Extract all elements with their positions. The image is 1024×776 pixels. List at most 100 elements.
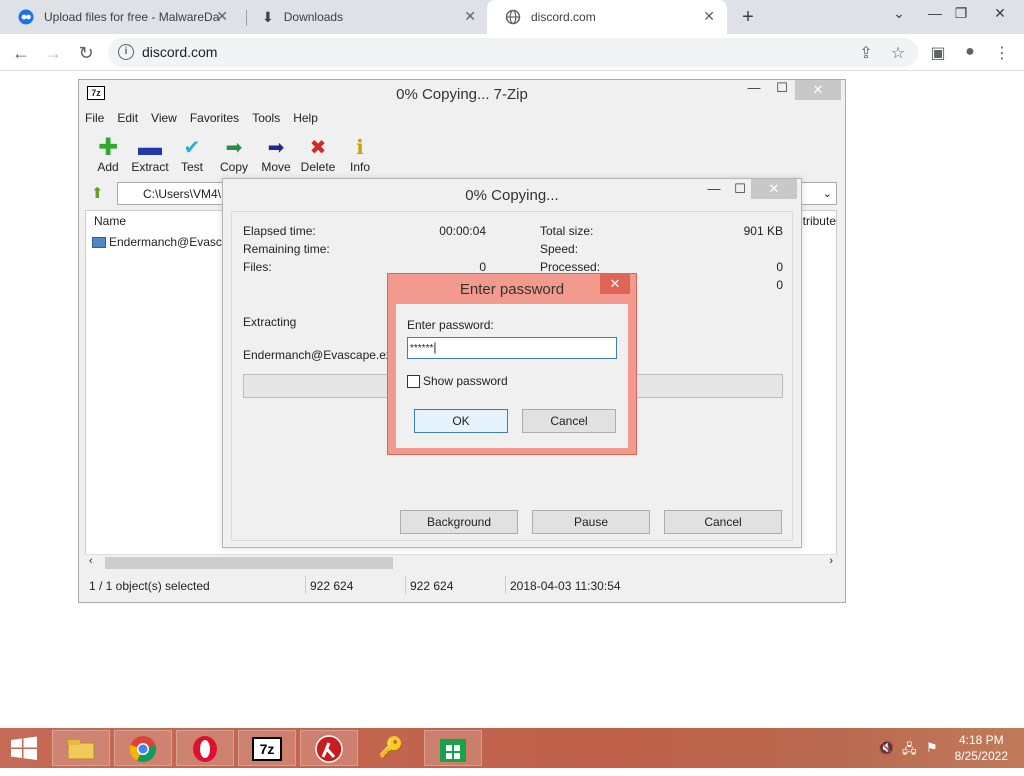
pause-button[interactable]: Pause [532, 510, 650, 534]
total-size-value: 901 KB [743, 224, 783, 238]
menu-help[interactable]: Help [293, 111, 318, 129]
address-bar[interactable]: i discord.com ⇪ ☆ [108, 38, 918, 67]
test-button[interactable]: ✔ Test [171, 136, 213, 174]
scrollbar-thumb[interactable] [105, 557, 393, 569]
total-size-label: Total size: [540, 224, 594, 238]
malwaredata-icon [18, 9, 34, 25]
show-password-checkbox[interactable]: Show password [407, 374, 508, 388]
ok-button[interactable]: OK [414, 409, 508, 433]
processed-value: 0 [776, 260, 783, 274]
reload-icon[interactable]: ↻ [73, 40, 99, 66]
copying-title-bar[interactable]: 0% Copying... — ☐ ✕ [223, 179, 801, 209]
side-panel-icon[interactable]: ▣ [928, 43, 948, 63]
status-selected: 1 / 1 object(s) selected [89, 579, 210, 593]
status-modified: 2018-04-03 11:30:54 [510, 579, 621, 593]
horizontal-scrollbar[interactable]: ‹ › [85, 554, 837, 570]
close-tab-icon[interactable]: ✕ [703, 8, 715, 25]
tab-discord[interactable]: discord.com ✕ [487, 0, 727, 34]
menu-tools[interactable]: Tools [252, 111, 280, 129]
speed-label: Speed: [540, 242, 579, 256]
file-name: Endermanch@Evasca [109, 235, 229, 249]
action-center-flag-icon[interactable]: ⚑ [926, 740, 938, 756]
keys-app-icon[interactable]: 🔑 [362, 730, 420, 766]
add-button[interactable]: ✚ Add [87, 134, 129, 175]
delete-label: Delete [300, 160, 336, 174]
password-panel: Enter password: ******| Show password OK… [396, 304, 628, 448]
folder-up-icon[interactable]: ⬆ [91, 184, 104, 202]
lambda-app-icon[interactable] [300, 730, 358, 766]
bookmark-star-icon[interactable]: ☆ [888, 43, 908, 63]
scroll-left-icon[interactable]: ‹ [89, 555, 93, 567]
cancel-button[interactable]: Cancel [522, 409, 616, 433]
menu-view[interactable]: View [151, 111, 177, 129]
restore-icon[interactable]: ❐ [944, 0, 978, 30]
opera-icon[interactable] [176, 730, 234, 766]
extract-icon: ▬ [138, 134, 162, 161]
menu-edit[interactable]: Edit [117, 111, 138, 129]
minimize-icon[interactable]: — [743, 80, 765, 100]
tab-downloads[interactable]: ⬇ Downloads ✕ [244, 0, 488, 34]
menu-bar: File Edit View Favorites Tools Help [85, 111, 331, 129]
show-password-label: Show password [423, 374, 508, 388]
chrome-icon[interactable] [114, 730, 172, 766]
close-icon[interactable]: ✕ [983, 0, 1017, 30]
close-icon[interactable]: ✕ [600, 274, 630, 294]
cancel-copy-button[interactable]: Cancel [664, 510, 782, 534]
maximize-icon[interactable]: ☐ [771, 80, 793, 100]
tab-search-chevron-icon[interactable]: ⌄ [882, 0, 916, 30]
store-icon[interactable] [424, 730, 482, 766]
scroll-right-icon[interactable]: › [829, 555, 833, 567]
status-divider [305, 576, 306, 594]
7zip-title-bar[interactable]: 7z 0% Copying... 7-Zip — ☐ ✕ [79, 80, 845, 108]
status-size: 922 624 [310, 579, 354, 593]
tab-malwaredata[interactable]: Upload files for free - MalwareDa ✕ [0, 0, 240, 34]
menu-favorites[interactable]: Favorites [190, 111, 239, 129]
7zip-icon[interactable]: 7z [238, 730, 296, 766]
checkbox-box[interactable] [407, 374, 420, 388]
add-icon: ✚ [97, 134, 119, 161]
extract-label: Extract [131, 160, 169, 174]
status-divider [505, 576, 506, 594]
path-text: C:\Users\VM4\ [143, 187, 222, 201]
copy-button[interactable]: ➡ Copy [213, 136, 255, 174]
forward-arrow-icon[interactable]: → [40, 40, 66, 66]
share-icon[interactable]: ⇪ [856, 43, 876, 63]
clock[interactable]: 4:18 PM 8/25/2022 [955, 732, 1008, 764]
elapsed-label: Elapsed time: [243, 224, 316, 238]
browser-tab-strip: Upload files for free - MalwareDa ✕ ⬇ Do… [0, 0, 1024, 34]
volume-muted-icon[interactable]: 🔇 [878, 740, 894, 756]
extract-button[interactable]: ▬ Extract [129, 134, 171, 175]
remaining-label: Remaining time: [243, 242, 330, 256]
password-field[interactable]: ******| [407, 337, 617, 359]
network-icon[interactable]: 🖧 [902, 740, 917, 762]
menu-kebab-icon[interactable]: ⋮ [992, 43, 1012, 63]
dropdown-chevron-icon[interactable]: ⌄ [823, 187, 832, 200]
delete-button[interactable]: ✖ Delete [297, 136, 339, 174]
list-item[interactable]: Endermanch@Evasca [92, 235, 229, 249]
column-header-attributes[interactable]: tribute [803, 214, 836, 228]
move-label: Move [261, 160, 291, 174]
elapsed-value: 00:00:04 [439, 224, 486, 238]
info-button[interactable]: ℹ Info [339, 136, 381, 174]
new-tab-button[interactable]: + [736, 4, 760, 30]
windows-start-icon[interactable] [10, 736, 38, 763]
background-button[interactable]: Background [400, 510, 518, 534]
back-arrow-icon[interactable]: ← [8, 40, 34, 66]
password-title-bar[interactable]: Enter password [388, 274, 636, 302]
tab-label: Upload files for free - MalwareDa [44, 10, 220, 24]
close-tab-icon[interactable]: ✕ [216, 8, 228, 25]
window-title: 0% Copying... 7-Zip [396, 86, 528, 103]
close-icon[interactable]: ✕ [751, 179, 797, 199]
site-info-icon[interactable]: i [118, 44, 134, 60]
close-icon[interactable]: ✕ [795, 80, 841, 100]
menu-file[interactable]: File [85, 111, 104, 129]
move-button[interactable]: ➡ Move [255, 136, 297, 174]
profile-avatar-icon[interactable]: ● [960, 43, 980, 61]
minimize-icon[interactable]: — [703, 181, 725, 201]
browser-toolbar: ← → ↻ i discord.com ⇪ ☆ ▣ ● ⋮ [0, 34, 1024, 71]
file-explorer-icon[interactable] [52, 730, 110, 766]
maximize-icon[interactable]: ☐ [729, 181, 751, 201]
column-header-name[interactable]: Name [94, 214, 126, 228]
close-tab-icon[interactable]: ✕ [464, 8, 476, 25]
system-tray: 🔇 🖧 ⚑ 4:18 PM 8/25/2022 [864, 728, 1024, 768]
